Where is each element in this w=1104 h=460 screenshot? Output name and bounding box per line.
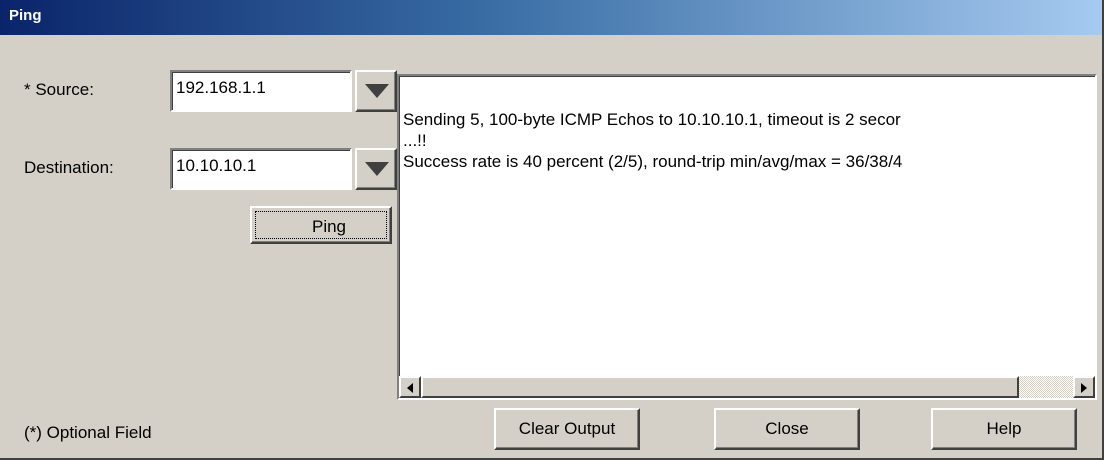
optional-field-note: (*) Optional Field (24, 423, 152, 442)
output-text: Sending 5, 100-byte ICMP Echos to 10.10.… (403, 110, 903, 171)
destination-field[interactable]: 10.10.10.1 (170, 148, 352, 190)
source-label: * Source: (24, 80, 94, 99)
help-button[interactable]: Help (931, 408, 1077, 450)
clear-output-label: Clear Output (518, 419, 616, 438)
help-button-label: Help (986, 419, 1022, 438)
clear-output-button[interactable]: Clear Output (494, 408, 640, 450)
chevron-down-icon (365, 84, 389, 98)
source-field[interactable]: 192.168.1.1 (170, 70, 352, 112)
horizontal-scrollbar[interactable] (399, 376, 1095, 398)
window-title: Ping (9, 7, 42, 24)
scroll-left-button[interactable] (399, 376, 421, 398)
close-button[interactable]: Close (714, 408, 860, 450)
scroll-thumb[interactable] (421, 376, 1019, 398)
source-dropdown-button[interactable] (355, 70, 397, 112)
destination-label: Destination: (24, 158, 114, 177)
triangle-left-icon (407, 383, 413, 393)
ping-dialog: Ping * Source: 192.168.1.1 Destination: … (0, 0, 1104, 460)
scroll-right-button[interactable] (1073, 376, 1095, 398)
chevron-down-icon (365, 162, 389, 176)
destination-dropdown-button[interactable] (355, 148, 397, 190)
ping-button-label: Ping (311, 217, 347, 236)
source-field-value: 192.168.1.1 (176, 78, 266, 97)
close-button-label: Close (765, 419, 809, 438)
ping-button[interactable]: Ping (250, 206, 392, 244)
title-bar[interactable]: Ping (0, 0, 1102, 35)
triangle-right-icon (1081, 383, 1087, 393)
destination-field-value: 10.10.10.1 (176, 156, 257, 175)
output-panel[interactable]: Sending 5, 100-byte ICMP Echos to 10.10.… (397, 74, 1097, 400)
